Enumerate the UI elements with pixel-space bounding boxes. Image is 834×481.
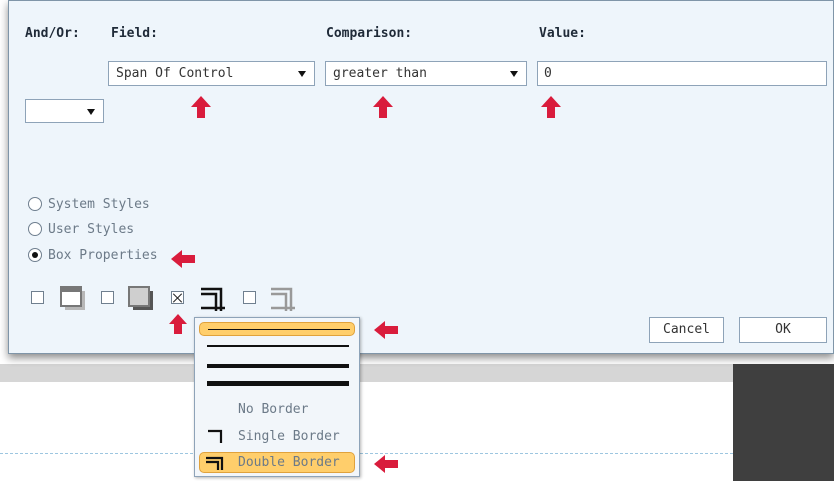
up-arrow-icon	[191, 96, 211, 118]
value-header: Value:	[539, 26, 586, 41]
and-or-select[interactable]	[25, 99, 104, 123]
field-select[interactable]: Span Of Control	[108, 61, 315, 86]
medium-line-option[interactable]	[199, 340, 355, 352]
dark-side-panel	[733, 364, 834, 481]
radio-button-selected[interactable]	[28, 248, 42, 262]
thick-line-option[interactable]	[199, 360, 355, 372]
background-band	[0, 364, 834, 382]
shadow-box-icon	[60, 286, 85, 310]
field-header: Field:	[111, 26, 158, 41]
left-arrow-icon	[374, 455, 398, 473]
radio-label: System Styles	[48, 196, 150, 212]
comparison-header: Comparison:	[326, 26, 413, 41]
and-or-header: And/Or:	[25, 26, 80, 41]
thin-line	[208, 329, 350, 330]
radio-label: Box Properties	[48, 247, 158, 263]
left-arrow-icon	[374, 321, 398, 339]
value-input[interactable]: 0	[537, 61, 827, 86]
page: And/Or: Field: Comparison: Value: Span O…	[0, 0, 834, 481]
radio-user-styles[interactable]: User Styles	[28, 220, 134, 238]
thick-line	[207, 364, 349, 368]
radio-button[interactable]	[28, 197, 42, 211]
chevron-down-icon	[510, 71, 518, 77]
border-checkbox-checked[interactable]	[171, 291, 184, 304]
up-arrow-icon	[541, 96, 561, 118]
dashed-guide-line	[0, 453, 733, 454]
comparison-select-value: greater than	[333, 66, 427, 81]
radio-system-styles[interactable]: System Styles	[28, 195, 150, 213]
radio-button[interactable]	[28, 222, 42, 236]
double-border-label: Double Border	[238, 455, 340, 470]
chevron-down-icon	[298, 71, 306, 77]
field-select-value: Span Of Control	[116, 66, 234, 81]
single-corner-icon	[208, 429, 223, 443]
up-arrow-icon	[169, 314, 187, 334]
double-corner-border-icon	[201, 287, 225, 311]
left-arrow-icon	[171, 250, 195, 268]
up-arrow-icon	[373, 96, 393, 118]
single-border-label: Single Border	[238, 429, 340, 444]
comparison-select[interactable]: greater than	[325, 61, 527, 86]
filter-dialog: And/Or: Field: Comparison: Value: Span O…	[8, 0, 834, 354]
filled-shadow-box-icon	[128, 286, 153, 310]
border-2-checkbox[interactable]	[243, 291, 256, 304]
ok-button[interactable]: OK	[739, 317, 827, 343]
medium-line	[207, 345, 349, 347]
cancel-button[interactable]: Cancel	[649, 317, 724, 343]
thicker-line-option[interactable]	[199, 378, 355, 390]
double-corner-icon	[206, 456, 224, 470]
no-border-label: No Border	[238, 402, 309, 417]
gray-double-corner-border-icon	[271, 287, 295, 311]
radio-box-properties[interactable]: Box Properties	[28, 246, 158, 264]
shadow-box-checkbox[interactable]	[31, 291, 44, 304]
radio-label: User Styles	[48, 221, 135, 237]
chevron-down-icon	[87, 109, 95, 115]
thicker-line	[207, 381, 349, 386]
filled-shadow-checkbox[interactable]	[101, 291, 114, 304]
thin-line-option[interactable]	[199, 322, 355, 336]
border-style-dropdown: No Border Single Border Double Border	[194, 317, 360, 477]
